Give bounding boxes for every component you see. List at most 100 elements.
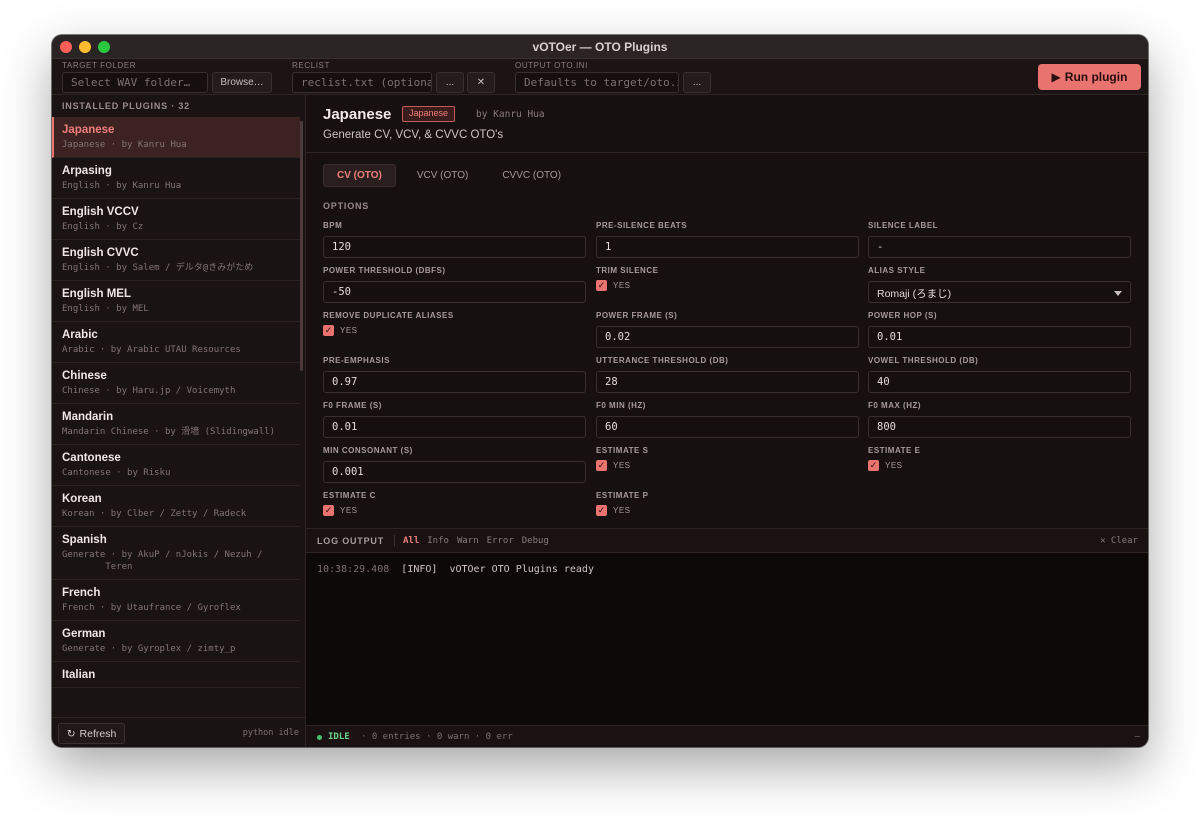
plugin-item[interactable]: Japanese Japanese · by Kanru Hua (52, 117, 300, 158)
plugin-item[interactable]: Italian (52, 662, 300, 688)
app-window: vOTOer — OTO Plugins TARGET FOLDER Selec… (52, 35, 1148, 747)
plugin-meta: Generate · by AkuP / nJokis / Nezuh / Te… (62, 550, 263, 572)
log-filters: All Info Warn Error Debug (403, 536, 549, 546)
min-consonant-input[interactable]: 0.001 (323, 461, 586, 483)
refresh-icon: ↻ (66, 727, 76, 740)
plugin-name: English VCCV (62, 206, 139, 218)
estimate-p-checkbox[interactable]: ✓ YES (596, 505, 859, 516)
pre-silence-label: PRE-SILENCE BEATS (596, 221, 688, 230)
pre-emphasis-input[interactable]: 0.97 (323, 371, 586, 393)
run-plugin-label: Run plugin (1064, 70, 1128, 84)
plugin-list: Japanese Japanese · by Kanru Hua Arpasing E… (52, 117, 300, 717)
f0-min-input[interactable]: 60 (596, 416, 859, 438)
alias-style-label: ALIAS STYLE (868, 266, 926, 275)
power-frame-label: POWER FRAME (S) (596, 311, 678, 320)
bpm-field: BPM 120 (323, 221, 586, 258)
checkmark-icon: ✓ (596, 280, 607, 291)
plugin-item[interactable]: Chinese Chinese · by Haru.jp / Voicemyth (52, 363, 300, 404)
play-icon: ▶ (1051, 70, 1061, 84)
target-folder-input[interactable]: Select WAV folder… (62, 72, 208, 93)
power-hop-input[interactable]: 0.01 (868, 326, 1131, 348)
minimize-window-button[interactable] (79, 41, 91, 53)
remove-dup-checkbox[interactable]: ✓ YES (323, 325, 586, 336)
close-window-button[interactable] (60, 41, 72, 53)
log-filter-all[interactable]: All (403, 536, 419, 546)
plugin-list-scrollbar[interactable] (300, 121, 303, 371)
reclist-input[interactable]: reclist.txt (optional) (292, 72, 432, 93)
f0-max-input[interactable]: 800 (868, 416, 1131, 438)
status-bar: IDLE · 0 entries · 0 warn · 0 err – (306, 725, 1148, 747)
target-folder-label: TARGET FOLDER (62, 61, 137, 70)
log-output-title: LOG OUTPUT (317, 536, 384, 546)
browse-button[interactable]: Browse… (212, 72, 272, 93)
estimate-s-checkbox[interactable]: ✓ YES (596, 460, 859, 471)
plugin-meta: Arabic · by Arabic UTAU Resources (62, 345, 241, 355)
pre-silence-field: PRE-SILENCE BEATS 1 (596, 221, 859, 258)
plugin-meta: Korean · by Clber / Zetty / Radeck (62, 509, 247, 519)
estimate-e-yes: YES (885, 461, 903, 470)
alias-style-field: ALIAS STYLE Romaji (ろまじ) (868, 266, 1131, 303)
plugin-item[interactable]: English VCCV English · by Cz (52, 199, 300, 240)
plugin-meta: English · by Salem / デルタ@きみがため (62, 263, 254, 273)
log-filter-error[interactable]: Error (487, 536, 514, 546)
plugin-item[interactable]: Korean Korean · by Clber / Zetty / Radeck (52, 486, 300, 527)
plugin-item[interactable]: French French · by Utaufrance / Gyroflex (52, 580, 300, 621)
trim-silence-checkbox[interactable]: ✓ YES (596, 280, 859, 291)
plugin-item[interactable]: English CVVC English · by Salem / デルタ@きみが… (52, 240, 300, 281)
plugin-item[interactable]: Arabic Arabic · by Arabic UTAU Resources (52, 322, 300, 363)
output-oto-input[interactable]: Defaults to target/oto.ini (515, 72, 679, 93)
vowel-threshold-input[interactable]: 40 (868, 371, 1131, 393)
output-browse-button[interactable]: ... (683, 72, 711, 93)
status-counts: · 0 entries · 0 warn · 0 err (361, 732, 513, 742)
estimate-e-checkbox[interactable]: ✓ YES (868, 460, 1131, 471)
power-threshold-input[interactable]: -50 (323, 281, 586, 303)
trim-silence-field: TRIM SILENCE ✓ YES (596, 266, 859, 291)
alias-style-select[interactable]: Romaji (ろまじ) (868, 281, 1131, 303)
plugin-item[interactable]: Arpasing English · by Kanru Hua (52, 158, 300, 199)
estimate-s-yes: YES (613, 461, 631, 470)
zoom-window-button[interactable] (98, 41, 110, 53)
tab-cv-oto[interactable]: CV (OTO) (323, 164, 396, 187)
plugin-author: by Kanru Hua (476, 109, 545, 120)
log-filter-debug[interactable]: Debug (522, 536, 549, 546)
log-level: [INFO] (401, 564, 438, 575)
plugin-name: Chinese (62, 370, 107, 382)
plugin-meta: English · by Kanru Hua (62, 181, 182, 191)
refresh-label: Refresh (79, 727, 117, 740)
tab-cvvc-oto[interactable]: CVVC (OTO) (489, 164, 574, 187)
sidebar-footer: ↻ Refresh python idle (52, 717, 305, 747)
f0-frame-input[interactable]: 0.01 (323, 416, 586, 438)
f0-frame-field: F0 FRAME (S) 0.01 (323, 401, 586, 438)
status-dot-icon (317, 735, 322, 740)
checkmark-icon: ✓ (596, 460, 607, 471)
pre-emphasis-field: PRE-EMPHASIS 0.97 (323, 356, 586, 393)
vowel-threshold-field: VOWEL THRESHOLD (DB) 40 (868, 356, 1131, 393)
plugin-item[interactable]: German Generate · by Gyroplex / zimty_p (52, 621, 300, 662)
plugin-item[interactable]: Mandarin Mandarin Chinese · by 滑墙 (Slidin… (52, 404, 300, 445)
log-filter-warn[interactable]: Warn (457, 536, 479, 546)
reclist-clear-button[interactable]: ✕ (467, 72, 495, 93)
utterance-threshold-input[interactable]: 28 (596, 371, 859, 393)
power-frame-input[interactable]: 0.02 (596, 326, 859, 348)
tab-vcv-oto[interactable]: VCV (OTO) (404, 164, 481, 187)
plugin-item[interactable]: Cantonese Cantonese · by Risku (52, 445, 300, 486)
f0-frame-label: F0 FRAME (S) (323, 401, 382, 410)
plugin-item[interactable]: English MEL English · by MEL (52, 281, 300, 322)
plugin-name: Arpasing (62, 165, 112, 177)
alias-style-value: Romaji (ろまじ) (877, 288, 952, 300)
silence-label-field: SILENCE LABEL - (868, 221, 1131, 258)
reclist-browse-button[interactable]: ... (436, 72, 464, 93)
pre-silence-input[interactable]: 1 (596, 236, 859, 258)
plugin-meta: Chinese · by Haru.jp / Voicemyth (62, 386, 236, 396)
silence-label-input[interactable]: - (868, 236, 1131, 258)
plugin-item[interactable]: Spanish Generate · by AkuP / nJokis / Nez… (52, 527, 300, 580)
window-controls (60, 41, 110, 53)
status-state: IDLE (328, 732, 350, 742)
clear-log-button[interactable]: ✕ Clear (1100, 536, 1138, 546)
bpm-input[interactable]: 120 (323, 236, 586, 258)
log-filter-info[interactable]: Info (427, 536, 449, 546)
refresh-button[interactable]: ↻ Refresh (58, 723, 125, 744)
log-output: 10:38:29.408 [INFO] vOTOer OTO Plugins r… (306, 553, 1148, 725)
run-plugin-button[interactable]: ▶ Run plugin (1038, 64, 1141, 90)
estimate-c-checkbox[interactable]: ✓ YES (323, 505, 586, 516)
